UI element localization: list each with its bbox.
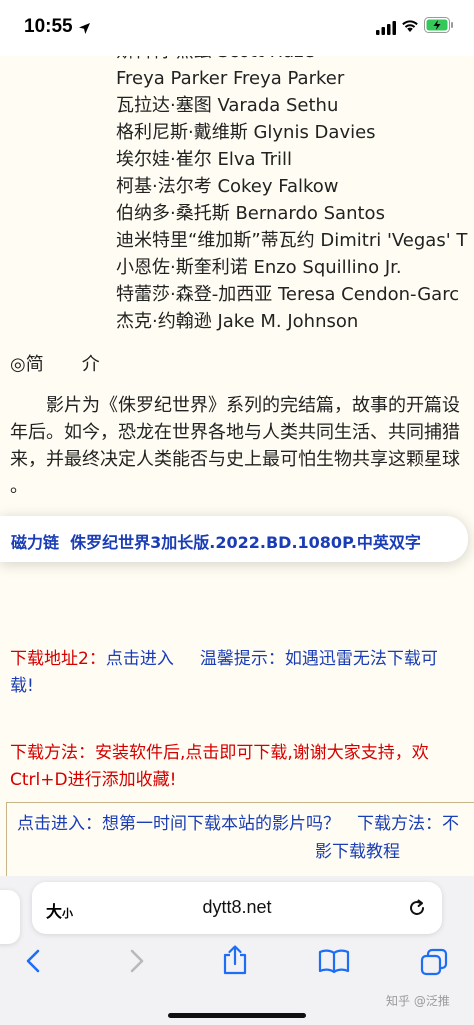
download-address-label: 下载地址2： xyxy=(10,649,106,669)
cast-item: 斯科特·黑兹 Scott Haze xyxy=(116,56,467,65)
download-enter-link[interactable]: 点击进入 xyxy=(106,649,174,669)
cast-item: Freya Parker Freya Parker xyxy=(116,68,345,89)
battery-charging-icon xyxy=(424,17,454,37)
share-icon[interactable] xyxy=(220,944,250,980)
intro-line: 来，并最终决定人类能否与史上最可怕生物共享这颗星球 xyxy=(10,449,460,470)
bookmarks-icon[interactable] xyxy=(318,948,350,978)
intro-line: 影片为《侏罗纪世界》系列的完结篇，故事的开篇设 xyxy=(10,395,460,416)
cast-item: 小恩佐·斯奎利诺 Enzo Squillino Jr. xyxy=(116,257,402,278)
tip-label: 温馨提示： xyxy=(199,649,285,669)
home-indicator xyxy=(168,1013,306,1018)
page-content: 斯科特·黑兹 Scott Haze Freya Parker Freya Par… xyxy=(0,56,474,876)
download-method: 下载方法：安装软件后,点击即可下载,谢谢大家支持，欢 Ctrl+D进行添加收藏! xyxy=(10,740,429,794)
previous-tab-preview[interactable] xyxy=(0,890,20,944)
tip-text-cont: 载! xyxy=(10,676,34,696)
intro-heading-b: 介 xyxy=(81,354,100,375)
download-address-section: 下载地址2：点击进入 温馨提示：如遇迅雷无法下载可 载! xyxy=(10,646,474,700)
notice-link[interactable]: 点击进入：想第一时间下载本站的影片吗？ 下载方法：不 xyxy=(17,809,459,834)
cast-item: 瓦拉达·塞图 Varada Sethu xyxy=(116,95,339,116)
intro-heading: ◎简 介 xyxy=(10,350,100,376)
magnet-link-card[interactable]: 磁力链 侏罗纪世界3加长版.2022.BD.1080P.中英双字 xyxy=(0,516,468,562)
cast-item: 特蕾莎·森登-加西亚 Teresa Cendon-Garc xyxy=(116,284,460,305)
intro-heading-a: 简 xyxy=(25,354,44,375)
wifi-icon xyxy=(401,18,419,37)
intro-text: 影片为《侏罗纪世界》系列的完结篇，故事的开篇设 年后。如今，恐龙在世界各地与人类… xyxy=(10,392,474,500)
url-text[interactable]: dytt8.net xyxy=(32,897,442,918)
download-method-line1: 下载方法：安装软件后,点击即可下载,谢谢大家支持，欢 xyxy=(10,743,429,763)
status-time: 10:55 xyxy=(24,16,73,37)
watermark: 知乎 @泛推 xyxy=(386,994,450,1008)
back-icon[interactable] xyxy=(22,948,46,978)
tip-text: 如遇迅雷无法下载可 xyxy=(284,649,438,669)
download-method-line2: Ctrl+D进行添加收藏! xyxy=(10,770,177,790)
cast-item: 柯基·法尔考 Cokey Falkow xyxy=(116,176,339,197)
magnet-label: 磁力链 xyxy=(11,533,60,552)
cellular-signal-icon xyxy=(376,20,396,39)
intro-symbol: ◎ xyxy=(10,354,26,375)
cast-item: 迪米特里“维加斯”蒂瓦约 Dimitri 'Vegas' T xyxy=(116,230,468,251)
cast-item: 伯纳多·桑托斯 Bernardo Santos xyxy=(116,203,385,224)
browser-bottom-bar: 大小 dytt8.net 知乎 @泛推 xyxy=(0,876,474,1025)
cast-item: 杰克·约翰逊 Jake M. Johnson xyxy=(116,311,359,332)
location-arrow-icon xyxy=(78,20,91,39)
magnet-title: 侏罗纪世界3加长版.2022.BD.1080P.中英双字 xyxy=(70,533,421,552)
download-tutorial-link[interactable]: 影下载教程 xyxy=(315,837,400,862)
magnet-link[interactable]: 磁力链 侏罗纪世界3加长版.2022.BD.1080P.中英双字 xyxy=(11,529,421,553)
address-bar[interactable]: 大小 dytt8.net xyxy=(32,882,442,934)
status-bar: 10:55 xyxy=(0,0,474,56)
intro-line: 。 xyxy=(10,476,28,497)
tabs-icon[interactable] xyxy=(420,948,448,980)
cast-list: 斯科特·黑兹 Scott Haze Freya Parker Freya Par… xyxy=(116,56,467,335)
cast-item: 格利尼斯·戴维斯 Glynis Davies xyxy=(116,122,376,143)
notice-box: 点击进入：想第一时间下载本站的影片吗？ 下载方法：不 影下载教程 xyxy=(6,802,474,876)
forward-icon[interactable] xyxy=(124,948,148,978)
intro-line: 年后。如今，恐龙在世界各地与人类共同生活、共同捕猎 xyxy=(10,422,460,443)
reload-icon[interactable] xyxy=(406,897,428,923)
cast-item: 埃尔娃·崔尔 Elva Trill xyxy=(116,149,292,170)
